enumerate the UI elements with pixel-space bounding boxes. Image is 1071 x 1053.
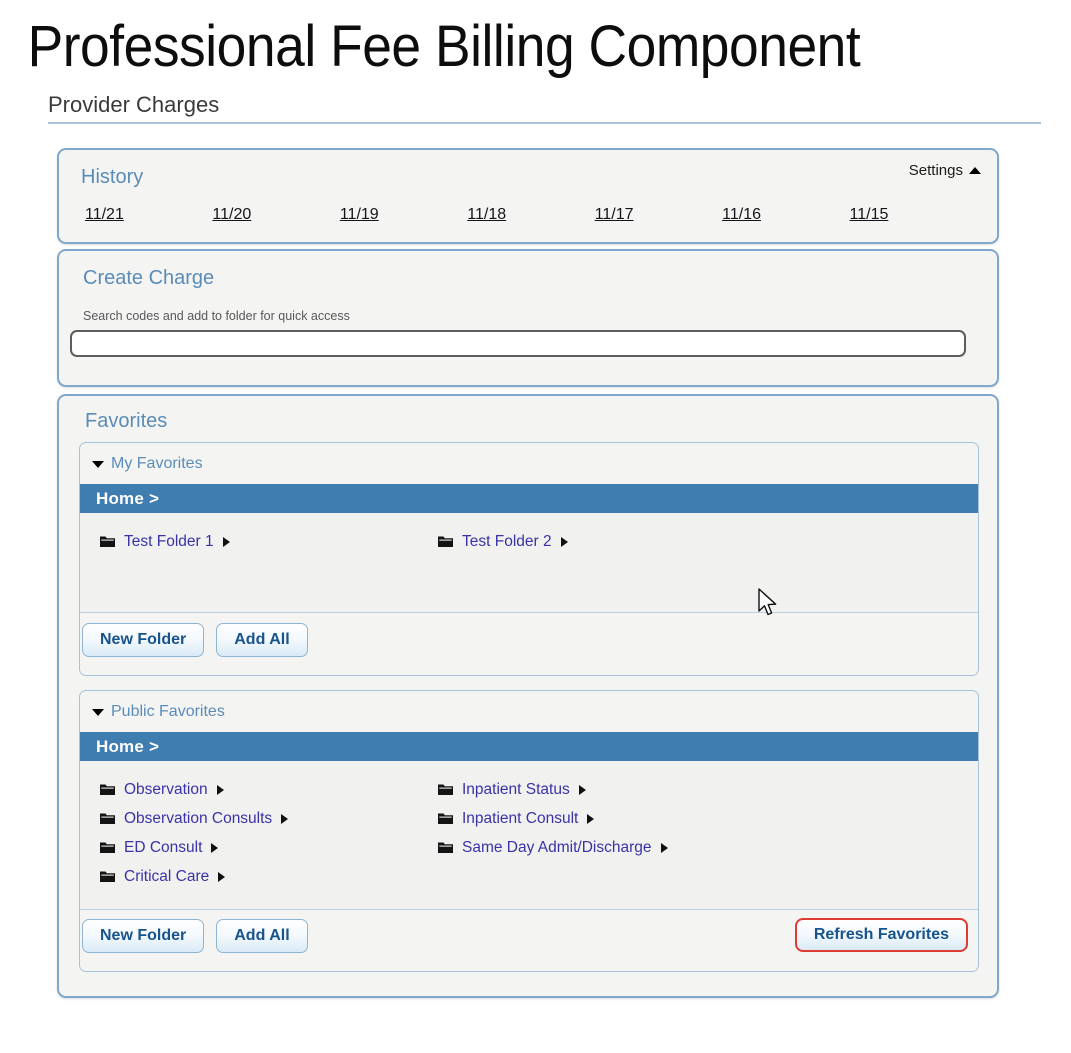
history-date-list: 11/21 11/20 11/19 11/18 11/17 11/16 11/1… <box>85 206 977 224</box>
chevron-right-icon <box>587 813 595 824</box>
history-title: History <box>81 166 144 188</box>
my-favorites-panel: My Favorites Home > Test Folder 1 Test F… <box>79 442 979 676</box>
add-all-button[interactable]: Add All <box>216 623 308 657</box>
folder-label: Inpatient Status <box>462 780 570 798</box>
page-title: Professional Fee Billing Component <box>27 14 861 79</box>
history-date-link[interactable]: 11/18 <box>467 206 594 224</box>
folder-item[interactable]: Inpatient Status <box>438 775 668 804</box>
my-favorites-label: My Favorites <box>111 455 203 472</box>
my-favorites-folder-area: Test Folder 1 Test Folder 2 <box>80 513 978 613</box>
chevron-right-icon <box>281 813 289 824</box>
folder-icon <box>100 535 115 548</box>
chevron-right-icon <box>578 784 586 795</box>
folder-label: Test Folder 2 <box>462 532 552 550</box>
history-date-link[interactable]: 11/19 <box>340 206 467 224</box>
create-charge-panel: Create Charge Search codes and add to fo… <box>57 249 999 387</box>
my-favorites-column-1: Test Folder 1 <box>100 527 230 556</box>
history-date-link[interactable]: 11/21 <box>85 206 212 224</box>
charge-search-input[interactable] <box>70 330 966 357</box>
public-favorites-column-1: Observation Observation Consults ED Cons… <box>100 775 289 891</box>
folder-icon <box>100 841 115 854</box>
refresh-favorites-wrapper: Refresh Favorites <box>794 918 968 952</box>
folder-icon <box>438 535 453 548</box>
refresh-favorites-button[interactable]: Refresh Favorites <box>794 918 968 952</box>
history-date-link[interactable]: 11/16 <box>722 206 849 224</box>
history-date-link[interactable]: 11/17 <box>595 206 722 224</box>
public-favorites-panel: Public Favorites Home > Observation Obse… <box>79 690 979 972</box>
chevron-right-icon <box>218 871 226 882</box>
folder-icon <box>438 812 453 825</box>
breadcrumb-label: Home > <box>96 488 160 508</box>
public-favorites-toggle[interactable]: Public Favorites <box>92 703 225 721</box>
folder-icon <box>100 783 115 796</box>
chevron-right-icon <box>560 536 568 547</box>
my-favorites-toggle[interactable]: My Favorites <box>92 455 203 473</box>
folder-item[interactable]: Inpatient Consult <box>438 804 668 833</box>
folder-item[interactable]: Test Folder 1 <box>100 527 230 556</box>
folder-icon <box>100 870 115 883</box>
public-favorites-breadcrumb[interactable]: Home > <box>80 732 978 761</box>
folder-item[interactable]: ED Consult <box>100 833 288 862</box>
folder-icon <box>438 783 453 796</box>
settings-label: Settings <box>908 162 963 179</box>
settings-button[interactable]: Settings <box>909 162 981 179</box>
folder-label: Inpatient Consult <box>462 809 579 827</box>
breadcrumb-label: Home > <box>96 736 160 756</box>
my-favorites-actions: New Folder Add All <box>82 623 308 657</box>
add-all-button[interactable]: Add All <box>216 919 308 953</box>
my-favorites-breadcrumb[interactable]: Home > <box>80 484 978 513</box>
folder-item[interactable]: Critical Care <box>100 862 288 891</box>
folder-item[interactable]: Test Folder 2 <box>438 527 568 556</box>
public-favorites-folder-area: Observation Observation Consults ED Cons… <box>80 761 978 910</box>
folder-label: Observation <box>124 780 208 798</box>
caret-up-icon <box>969 167 981 174</box>
public-favorites-actions: New Folder Add All <box>82 919 308 953</box>
favorites-title: Favorites <box>85 410 168 432</box>
folder-label: ED Consult <box>124 838 203 856</box>
history-panel: History Settings 11/21 11/20 11/19 11/18… <box>57 148 999 244</box>
public-favorites-label: Public Favorites <box>111 703 225 720</box>
new-folder-button[interactable]: New Folder <box>82 919 205 953</box>
search-hint-text: Search codes and add to folder for quick… <box>83 309 350 323</box>
section-header: Provider Charges <box>48 92 1041 124</box>
chevron-right-icon <box>660 842 668 853</box>
create-charge-title: Create Charge <box>83 267 215 289</box>
my-favorites-column-2: Test Folder 2 <box>438 527 568 556</box>
folder-item[interactable]: Observation <box>100 775 288 804</box>
public-favorites-column-2: Inpatient Status Inpatient Consult Same … <box>438 775 668 862</box>
folder-item[interactable]: Same Day Admit/Discharge <box>438 833 668 862</box>
favorites-panel: Favorites My Favorites Home > Test Folde… <box>57 394 999 998</box>
folder-label: Same Day Admit/Discharge <box>462 838 652 856</box>
folder-icon <box>438 841 453 854</box>
folder-icon <box>100 812 115 825</box>
chevron-right-icon <box>216 784 224 795</box>
folder-label: Observation Consults <box>124 809 273 827</box>
folder-item[interactable]: Observation Consults <box>100 804 289 833</box>
caret-down-icon <box>92 708 104 716</box>
folder-label: Critical Care <box>124 867 210 885</box>
caret-down-icon <box>92 460 104 468</box>
history-date-link[interactable]: 11/20 <box>212 206 339 224</box>
folder-label: Test Folder 1 <box>124 532 214 550</box>
history-date-link[interactable]: 11/15 <box>850 206 977 224</box>
chevron-right-icon <box>211 842 219 853</box>
new-folder-button[interactable]: New Folder <box>82 623 205 657</box>
chevron-right-icon <box>222 536 230 547</box>
